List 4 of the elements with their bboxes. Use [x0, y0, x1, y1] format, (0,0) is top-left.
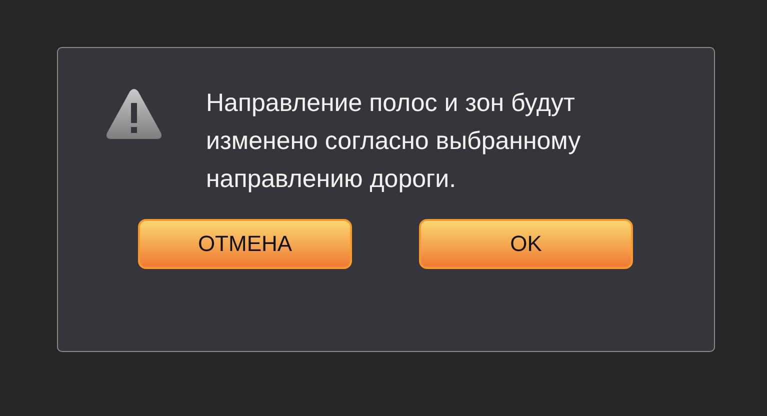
warning-icon	[104, 86, 164, 142]
dialog-message: Направление полос и зон будут изменено согласно выбранному направлению дороги.	[206, 88, 582, 195]
dialog-button[interactable]: ОТМЕНА	[138, 219, 352, 269]
dialog-button[interactable]: OK	[419, 219, 633, 269]
